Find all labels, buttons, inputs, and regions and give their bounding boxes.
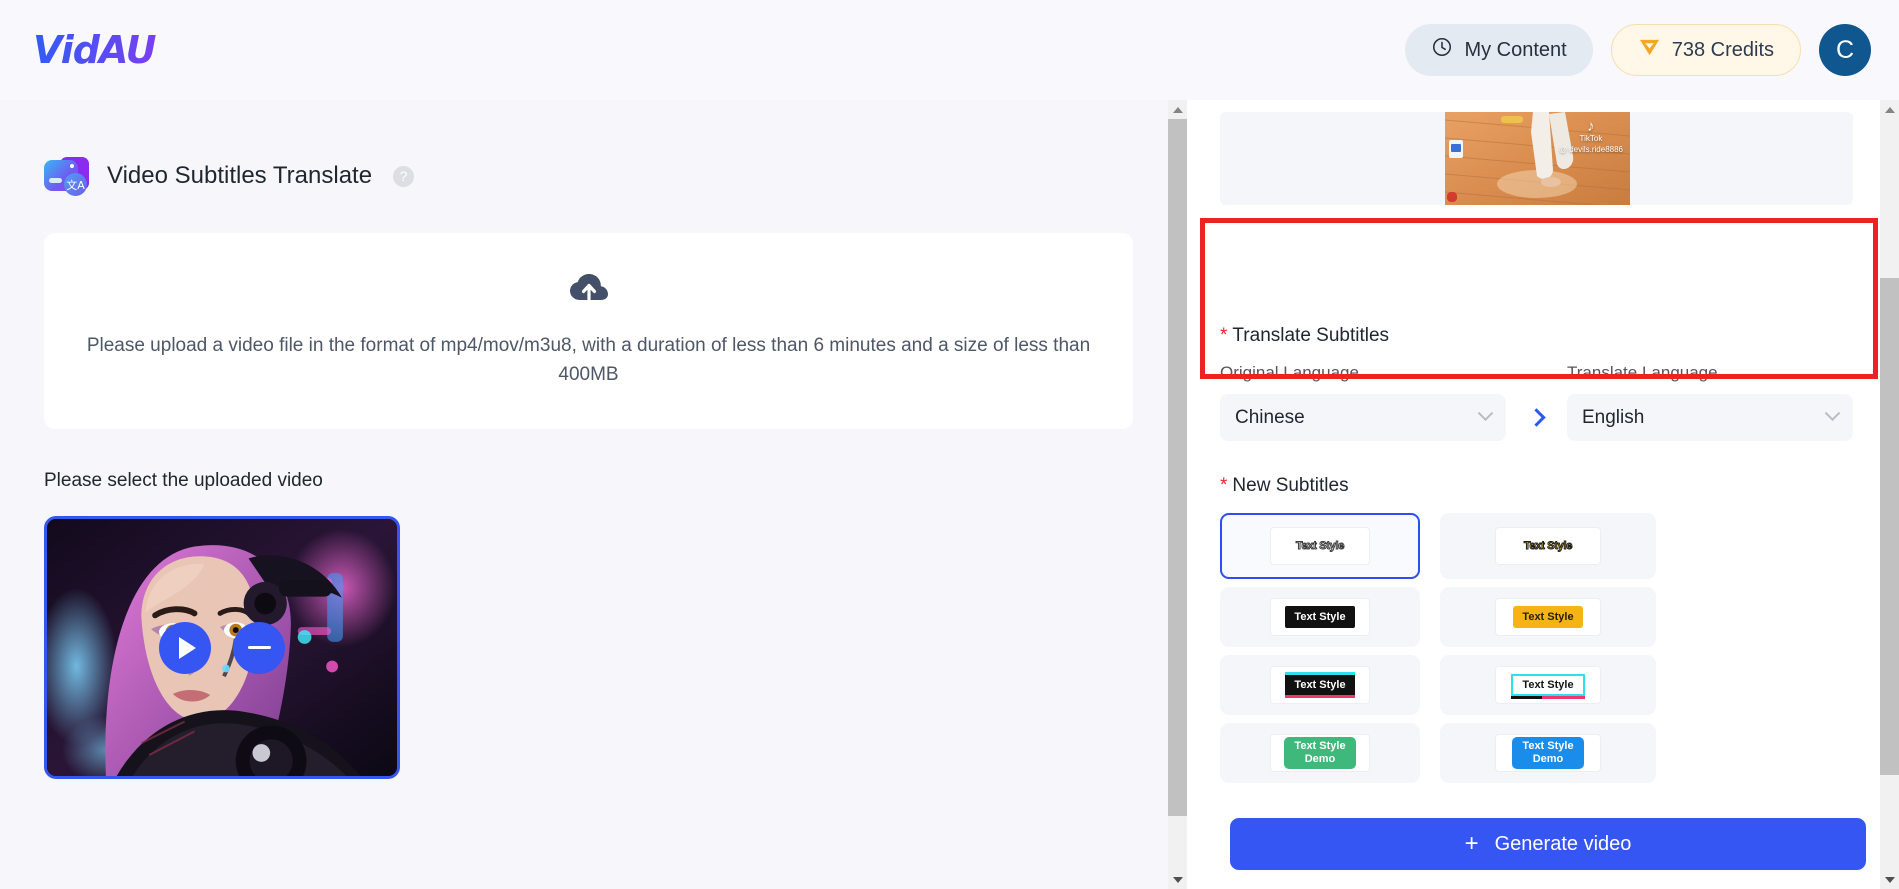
panel-scroll-up-arrow[interactable]: [1880, 100, 1899, 119]
subtitle-style-grid: Text Style Text Style Text Style Text St…: [1220, 513, 1853, 783]
video-translate-icon: 文A: [44, 157, 90, 196]
style-preview-swatch: Text Style Demo: [1495, 734, 1601, 772]
subtitle-style-option[interactable]: Text Style: [1440, 587, 1656, 647]
page-title-row: 文A Video Subtitles Translate ?: [44, 157, 1168, 196]
subtitles-section-title: New Subtitles: [1232, 475, 1349, 496]
style-preview-swatch: Text Style: [1495, 666, 1601, 704]
translate-language-value: English: [1582, 406, 1645, 428]
header-actions: My Content 738 Credits C: [1405, 24, 1871, 76]
subtitle-style-option[interactable]: Text Style: [1220, 513, 1420, 579]
panel-scrollbar[interactable]: [1880, 100, 1899, 889]
subtitle-style-option[interactable]: Text Style: [1220, 587, 1420, 647]
subtitle-style-option[interactable]: Text Style: [1220, 655, 1420, 715]
page-title: Video Subtitles Translate: [107, 162, 373, 189]
user-avatar[interactable]: C: [1819, 24, 1871, 76]
chevron-down-icon: [1477, 405, 1494, 422]
page-scrollbar-track[interactable]: [1168, 119, 1187, 870]
play-icon[interactable]: [159, 621, 211, 674]
panel-scroll-down-arrow[interactable]: [1880, 870, 1899, 889]
translate-section-label: * Translate Subtitles: [1220, 325, 1853, 347]
style-label: Text Style Demo: [1512, 737, 1584, 769]
subtitle-style-option[interactable]: Text Style: [1440, 655, 1656, 715]
app-root: VidAU My Content 738 Credits C 文A Video …: [0, 0, 1899, 889]
app-header: VidAU My Content 738 Credits C: [0, 0, 1899, 100]
required-star: *: [1220, 475, 1228, 496]
style-label: Text Style: [1511, 674, 1585, 699]
style-label-line2: Demo: [1532, 753, 1564, 765]
cloud-upload-icon: [569, 273, 609, 310]
avatar-initial: C: [1835, 35, 1855, 64]
credits-button[interactable]: 738 Credits: [1610, 24, 1801, 76]
translate-language-caption: Translate Language: [1567, 363, 1718, 382]
brand-logo[interactable]: VidAU: [33, 28, 157, 72]
my-content-label: My Content: [1464, 38, 1567, 61]
tiktok-watermark: ♪ TikTok @ devils.ride8886: [1558, 118, 1623, 155]
page-scrollbar-thumb[interactable]: [1168, 119, 1187, 816]
panel-scrollbar-thumb[interactable]: [1880, 278, 1899, 775]
style-label: Text Style: [1285, 672, 1355, 698]
style-label: Text Style: [1295, 540, 1345, 553]
translate-language-group: Translate Language English: [1567, 363, 1853, 441]
style-preview-swatch: Text Style Demo: [1270, 734, 1370, 772]
subtitle-style-option[interactable]: Text Style: [1440, 513, 1656, 579]
language-row: Original Language Chinese Translate Lang…: [1220, 363, 1853, 441]
minus-icon[interactable]: [233, 621, 285, 674]
style-label: Text Style Demo: [1284, 737, 1356, 769]
question-mark-icon[interactable]: ?: [393, 165, 415, 187]
original-language-group: Original Language Chinese: [1220, 363, 1506, 441]
translate-subtitles-section: * Translate Subtitles Original Language C…: [1220, 325, 1853, 441]
upload-instruction-text: Please upload a video file in the format…: [86, 335, 1091, 385]
settings-panel: ♪ TikTok @ devils.ride8886 * Translate Su…: [1187, 100, 1880, 889]
credits-label: 738 Credits: [1671, 38, 1774, 61]
subtitle-style-option[interactable]: Text Style Demo: [1440, 723, 1656, 783]
required-star: *: [1220, 325, 1228, 346]
original-language-select[interactable]: Chinese: [1220, 394, 1506, 441]
diamond-gem-icon: [1638, 38, 1661, 63]
select-video-label: Please select the uploaded video: [44, 470, 323, 491]
style-label: Text Style: [1285, 606, 1355, 628]
style-preview-swatch: Text Style: [1495, 598, 1601, 636]
style-label-line1: Text Style: [1294, 740, 1346, 752]
style-preview-swatch: Text Style: [1270, 527, 1370, 565]
style-label: Text Style: [1513, 606, 1583, 628]
subtitles-section-label: * New Subtitles: [1220, 475, 1853, 497]
upload-dropzone[interactable]: Please upload a video file in the format…: [44, 233, 1133, 429]
thumbnail-actions: [47, 621, 397, 674]
translate-section-title: Translate Subtitles: [1232, 325, 1390, 346]
generate-video-button[interactable]: + Generate video: [1230, 818, 1866, 870]
translate-badge: 文A: [64, 173, 87, 196]
style-preview-swatch: Text Style: [1495, 527, 1601, 565]
original-language-value: Chinese: [1235, 406, 1305, 428]
style-preview-swatch: Text Style: [1270, 598, 1370, 636]
clock-icon: [1431, 36, 1453, 64]
panel-scrollbar-track[interactable]: [1880, 119, 1899, 870]
chevron-down-icon: [1824, 405, 1841, 422]
video-preview-frame: ♪ TikTok @ devils.ride8886: [1445, 112, 1630, 205]
main-content-pane: 文A Video Subtitles Translate ? Please up…: [0, 100, 1168, 889]
subtitle-style-option[interactable]: Text Style Demo: [1220, 723, 1420, 783]
music-note-icon: ♪: [1587, 118, 1595, 135]
translate-language-select[interactable]: English: [1567, 394, 1853, 441]
original-language-caption: Original Language: [1220, 363, 1359, 382]
scroll-up-arrow[interactable]: [1168, 100, 1187, 119]
new-subtitles-section: * New Subtitles Text Style Text Style Tex…: [1220, 475, 1853, 783]
style-label-line2: Demo: [1304, 753, 1336, 765]
chevron-right-icon: [1506, 394, 1567, 441]
scroll-down-arrow[interactable]: [1168, 870, 1187, 889]
my-content-button[interactable]: My Content: [1405, 24, 1593, 76]
video-preview-strip[interactable]: ♪ TikTok @ devils.ride8886: [1220, 112, 1853, 205]
tiktok-username: @ devils.ride8886: [1558, 145, 1623, 154]
uploaded-video-thumbnail[interactable]: [44, 516, 400, 779]
plus-icon: +: [1464, 830, 1479, 857]
tiktok-label: TikTok: [1579, 134, 1603, 143]
style-label: Text Style: [1523, 540, 1573, 553]
style-label-line1: Text Style: [1522, 740, 1574, 752]
page-scrollbar[interactable]: [1168, 100, 1187, 889]
style-preview-swatch: Text Style: [1270, 666, 1370, 704]
generate-video-label: Generate video: [1494, 832, 1632, 855]
